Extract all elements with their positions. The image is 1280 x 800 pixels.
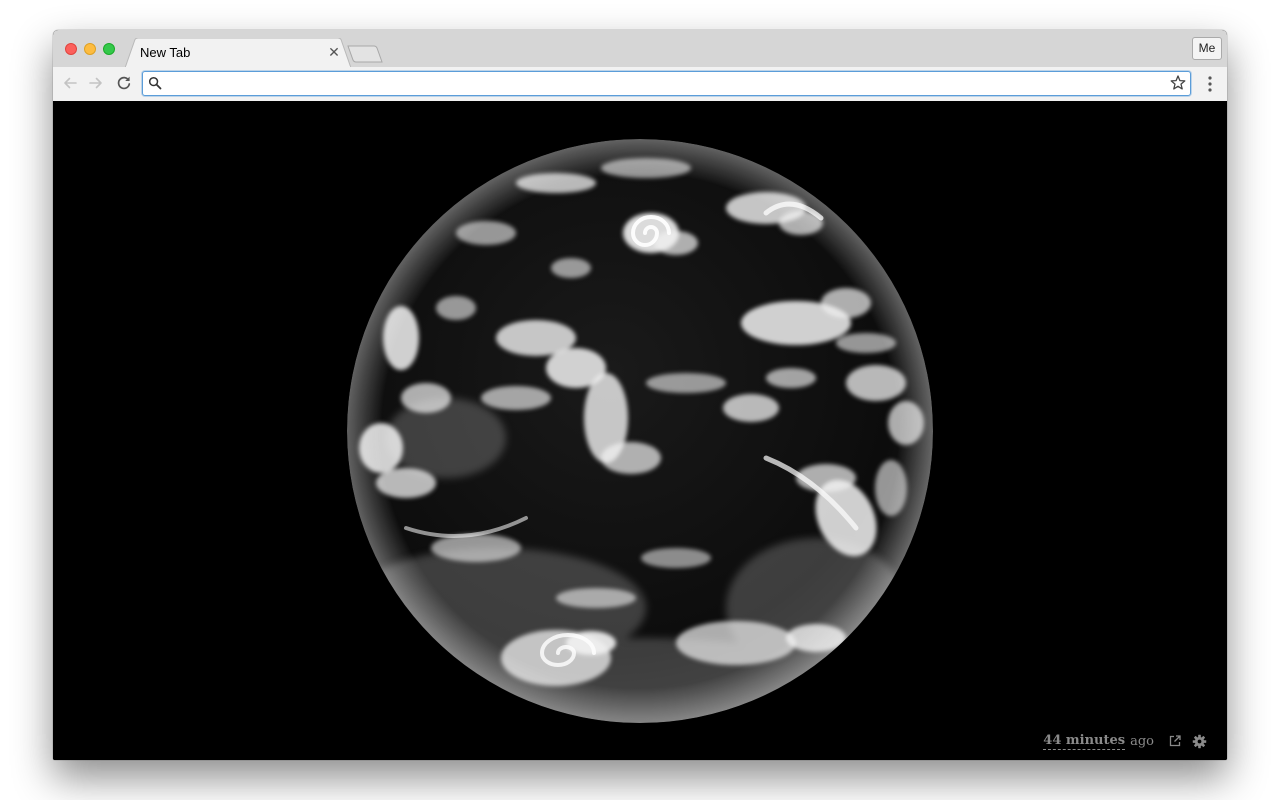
external-link-icon[interactable] bbox=[1168, 734, 1182, 748]
tab-new-tab[interactable]: New Tab ✕ bbox=[125, 38, 351, 68]
image-info-bar: 44 minutes ago bbox=[1043, 731, 1207, 751]
profile-button[interactable]: Me bbox=[1192, 37, 1222, 60]
omnibox[interactable] bbox=[142, 71, 1191, 96]
tab-strip: New Tab ✕ Me bbox=[53, 30, 1227, 68]
gear-icon[interactable] bbox=[1192, 734, 1207, 749]
window-close-button[interactable] bbox=[65, 43, 77, 55]
back-button[interactable] bbox=[58, 71, 82, 95]
desktop: New Tab ✕ Me 44 minutes ago bbox=[0, 0, 1280, 800]
page-content: 44 minutes ago bbox=[53, 101, 1227, 760]
kebab-menu-icon[interactable] bbox=[1202, 75, 1218, 93]
star-icon[interactable] bbox=[1169, 74, 1187, 92]
browser-window: New Tab ✕ Me 44 minutes ago bbox=[53, 30, 1227, 760]
arrow-right-icon bbox=[89, 77, 102, 89]
search-icon bbox=[148, 76, 162, 90]
omnibox-input[interactable] bbox=[165, 72, 1155, 95]
new-tab-button[interactable] bbox=[347, 45, 383, 63]
reload-button[interactable] bbox=[112, 71, 136, 95]
tab-title: New Tab bbox=[140, 45, 191, 60]
arrow-left-icon bbox=[64, 77, 77, 89]
window-minimize-button[interactable] bbox=[84, 43, 96, 55]
updated-time-link[interactable]: 44 minutes bbox=[1043, 733, 1126, 750]
toolbar bbox=[53, 67, 1227, 102]
window-maximize-button[interactable] bbox=[103, 43, 115, 55]
reload-icon bbox=[117, 76, 131, 90]
forward-button[interactable] bbox=[84, 71, 108, 95]
updated-time-suffix: ago bbox=[1130, 733, 1154, 749]
earth-satellite-image bbox=[347, 139, 933, 723]
close-icon[interactable]: ✕ bbox=[326, 44, 342, 60]
